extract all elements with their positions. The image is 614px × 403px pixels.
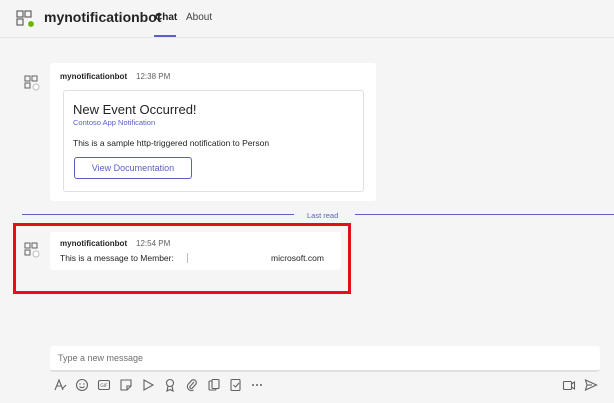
gif-icon[interactable]: GIF (97, 378, 111, 392)
highlight-box (13, 223, 351, 294)
schedule-icon[interactable] (562, 378, 576, 392)
last-read-divider-right (355, 214, 614, 215)
format-icon[interactable] (53, 378, 67, 392)
tab-about[interactable]: About (186, 12, 212, 23)
more-icon[interactable] (250, 378, 264, 392)
praise-icon[interactable] (163, 378, 177, 392)
adaptive-card: New Event Occurred! Contoso App Notifica… (63, 90, 364, 192)
message-input[interactable] (50, 346, 600, 370)
meet-now-icon[interactable] (141, 378, 155, 392)
chat-header: mynotificationbot Chat About (0, 0, 614, 38)
tab-chat[interactable]: Chat (155, 12, 177, 23)
card-title: New Event Occurred! (73, 102, 197, 117)
card-subtitle: Contoso App Notification (73, 118, 156, 127)
sticker-icon[interactable] (119, 378, 133, 392)
svg-text:GIF: GIF (100, 383, 108, 389)
last-read-divider-left (22, 214, 294, 215)
message-sender: mynotificationbot (60, 72, 128, 81)
app-name: mynotificationbot (44, 9, 162, 25)
message-composer[interactable] (50, 346, 600, 372)
loop-icon[interactable] (207, 378, 221, 392)
emoji-icon[interactable] (75, 378, 89, 392)
attach-icon[interactable] (185, 378, 199, 392)
card-body: This is a sample http-triggered notifica… (73, 138, 270, 148)
last-read-label: Last read (307, 211, 339, 220)
bot-avatar-icon[interactable] (24, 75, 40, 91)
bot-app-icon (16, 10, 35, 28)
active-tab-indicator (154, 35, 176, 37)
message-time: 12:38 PM (136, 72, 171, 81)
send-icon[interactable] (584, 378, 598, 392)
approvals-icon[interactable] (229, 378, 243, 392)
view-documentation-button[interactable]: View Documentation (74, 157, 192, 179)
